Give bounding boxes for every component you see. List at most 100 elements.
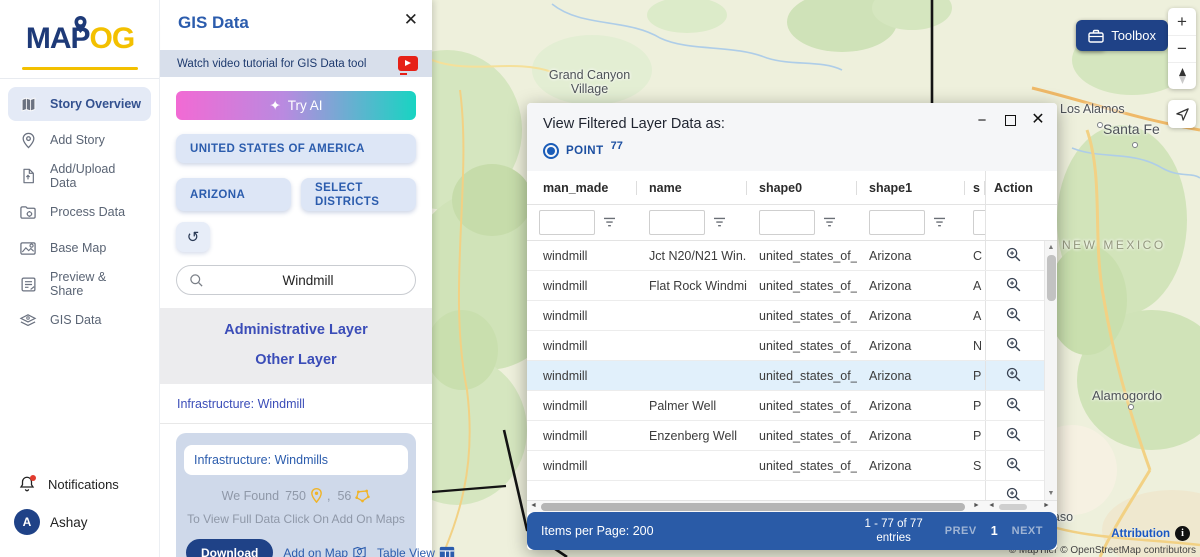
column-header-shape2-clipped[interactable]: s — [965, 171, 985, 204]
folder-gear-icon — [18, 202, 38, 222]
table-row[interactable]: windmill united_states_of_... Arizona A — [527, 301, 1057, 331]
country-select-button[interactable]: UNITED STATES OF AMERICA — [176, 134, 416, 163]
app-root: Grand Canyon Village Kingman Los Alamos … — [0, 0, 1200, 557]
notifications-button[interactable]: Notifications — [0, 467, 160, 501]
sidebar-item-label: Process Data — [50, 205, 126, 219]
point-radio-option[interactable]: POINT 77 — [543, 140, 623, 159]
maximize-button[interactable] — [1001, 111, 1019, 129]
current-page[interactable]: 1 — [991, 524, 998, 538]
action-scroll-left-arrow[interactable]: ◄ — [988, 502, 995, 509]
vertical-scroll-thumb[interactable] — [1047, 255, 1056, 301]
prev-page-button[interactable]: PREV — [945, 525, 977, 537]
filter-input-shape1[interactable] — [869, 210, 925, 235]
table-row[interactable]: windmill united_states_of_... Arizona S — [527, 451, 1057, 481]
sidebar-item-add-story[interactable]: Add Story — [8, 123, 151, 157]
magnifier-plus-icon — [1006, 487, 1021, 500]
search-input[interactable] — [213, 266, 403, 294]
panel-close-icon[interactable]: ✕ — [404, 10, 418, 30]
table-row[interactable]: windmill Palmer Well united_states_of_..… — [527, 391, 1057, 421]
notifications-label: Notifications — [48, 476, 119, 492]
column-header-shape1[interactable]: shape1 — [857, 171, 965, 204]
table-row[interactable]: windmill Flat Rock Windmill united_state… — [527, 271, 1057, 301]
try-ai-button[interactable]: ✦ Try AI — [176, 91, 416, 120]
scroll-right-arrow[interactable]: ► — [973, 502, 980, 509]
zoom-to-feature-button[interactable] — [1003, 454, 1024, 478]
sidebar-item-story-overview[interactable]: Story Overview — [8, 87, 151, 121]
vertical-scrollbar[interactable]: ▲ ▼ — [1044, 241, 1057, 500]
table-row[interactable]: windmill Jct N20/N21 Win... united_state… — [527, 241, 1057, 271]
video-tutorial-label: Watch video tutorial for GIS Data tool — [177, 57, 367, 70]
table-view-button[interactable]: Table View — [377, 546, 455, 557]
next-page-button[interactable]: NEXT — [1012, 525, 1043, 537]
attribution-row[interactable]: Attribution i — [1111, 526, 1190, 541]
column-header-name[interactable]: name — [637, 171, 747, 204]
sidebar-item-base-map[interactable]: Base Map — [8, 231, 151, 265]
sidebar-item-label: Story Overview — [50, 97, 142, 111]
zoom-to-feature-button[interactable] — [1003, 244, 1024, 268]
zoom-to-feature-button[interactable] — [1003, 424, 1024, 448]
toolbox-button[interactable]: Toolbox — [1076, 20, 1168, 51]
zoom-to-feature-button[interactable] — [1003, 394, 1024, 418]
other-layer-heading[interactable]: Other Layer — [160, 348, 432, 372]
zoom-to-feature-button[interactable] — [1003, 274, 1024, 298]
table-row[interactable]: windmill Enzenberg Well united_states_of… — [527, 421, 1057, 451]
filter-input-man-made[interactable] — [539, 210, 595, 235]
reset-button[interactable]: ↺ — [176, 222, 210, 252]
try-ai-label: Try AI — [287, 98, 323, 113]
zoom-to-feature-button[interactable] — [1003, 484, 1024, 500]
sidebar-item-preview-share[interactable]: Preview & Share — [8, 267, 151, 301]
sidebar-item-gis-data[interactable]: GIS Data — [8, 303, 151, 337]
info-icon[interactable]: i — [1175, 526, 1190, 541]
zoom-out-button[interactable]: − — [1168, 35, 1196, 62]
user-name: Ashay — [50, 514, 88, 530]
filter-input-name[interactable] — [649, 210, 705, 235]
filter-input-shape0[interactable] — [759, 210, 815, 235]
magnifier-plus-icon — [1006, 277, 1021, 291]
state-select-button[interactable]: ARIZONA — [176, 178, 291, 211]
zoom-in-button[interactable]: + — [1168, 8, 1196, 35]
cell-shape2-clipped: A — [973, 308, 982, 323]
table-row[interactable]: windmill united_states_of_... Arizona P — [527, 361, 1057, 391]
user-profile-button[interactable]: A Ashay — [0, 501, 160, 543]
attribution-label[interactable]: Attribution — [1111, 528, 1170, 540]
scroll-down-arrow[interactable]: ▼ — [1048, 487, 1055, 500]
mapog-logo[interactable]: MAPOG — [0, 0, 160, 78]
zoom-to-feature-button[interactable] — [1003, 334, 1024, 358]
scroll-left-arrow[interactable]: ◄ — [530, 502, 537, 509]
districts-select-button[interactable]: SELECT DISTRICTS — [301, 178, 416, 211]
column-header-shape0[interactable]: shape0 — [747, 171, 857, 204]
add-on-map-button[interactable]: Add on Map — [283, 545, 367, 557]
scroll-up-arrow[interactable]: ▲ — [1048, 241, 1055, 254]
sidebar-item-process-data[interactable]: Process Data — [8, 195, 151, 229]
filter-input-shape2-clipped[interactable] — [973, 210, 985, 235]
horizontal-scroll-thumb[interactable] — [541, 503, 965, 511]
filter-icon[interactable] — [713, 217, 726, 228]
download-button[interactable]: Download — [186, 539, 274, 557]
filter-icon[interactable] — [933, 217, 946, 228]
filter-icon[interactable] — [603, 217, 616, 228]
minimize-button[interactable]: − — [973, 111, 991, 129]
youtube-icon — [398, 56, 418, 75]
zoom-to-feature-button[interactable] — [1003, 304, 1024, 328]
video-tutorial-bar[interactable]: Watch video tutorial for GIS Data tool — [160, 50, 432, 77]
infrastructure-windmill-link[interactable]: Infrastructure: Windmill — [160, 384, 432, 424]
locate-button[interactable] — [1168, 100, 1196, 128]
zoom-to-feature-button[interactable] — [1003, 364, 1024, 388]
filter-action-spacer — [985, 205, 1041, 240]
table-row[interactable]: windmill united_states_of_... Arizona N — [527, 331, 1057, 361]
filter-icon[interactable] — [823, 217, 836, 228]
avatar: A — [14, 509, 40, 535]
modal-close-button[interactable]: ✕ — [1029, 111, 1047, 129]
sidebar-item-add-upload-data[interactable]: Add/Upload Data — [8, 159, 151, 193]
magnifier-plus-icon — [1006, 397, 1021, 411]
compass-button[interactable] — [1168, 62, 1196, 89]
administrative-layer-heading[interactable]: Administrative Layer — [160, 318, 432, 342]
magnifier-plus-icon — [1006, 457, 1021, 471]
action-scroll-thumb[interactable] — [999, 504, 1027, 510]
table-row-partial[interactable] — [527, 481, 1057, 500]
action-scroll-right-arrow[interactable]: ► — [1043, 502, 1050, 509]
cell-action — [985, 271, 1041, 300]
cell-shape0: united_states_of_... — [759, 278, 857, 293]
horizontal-scrollbar[interactable]: ◄ ► ◄ ► — [527, 500, 1057, 512]
column-header-man-made[interactable]: man_made — [527, 171, 637, 204]
